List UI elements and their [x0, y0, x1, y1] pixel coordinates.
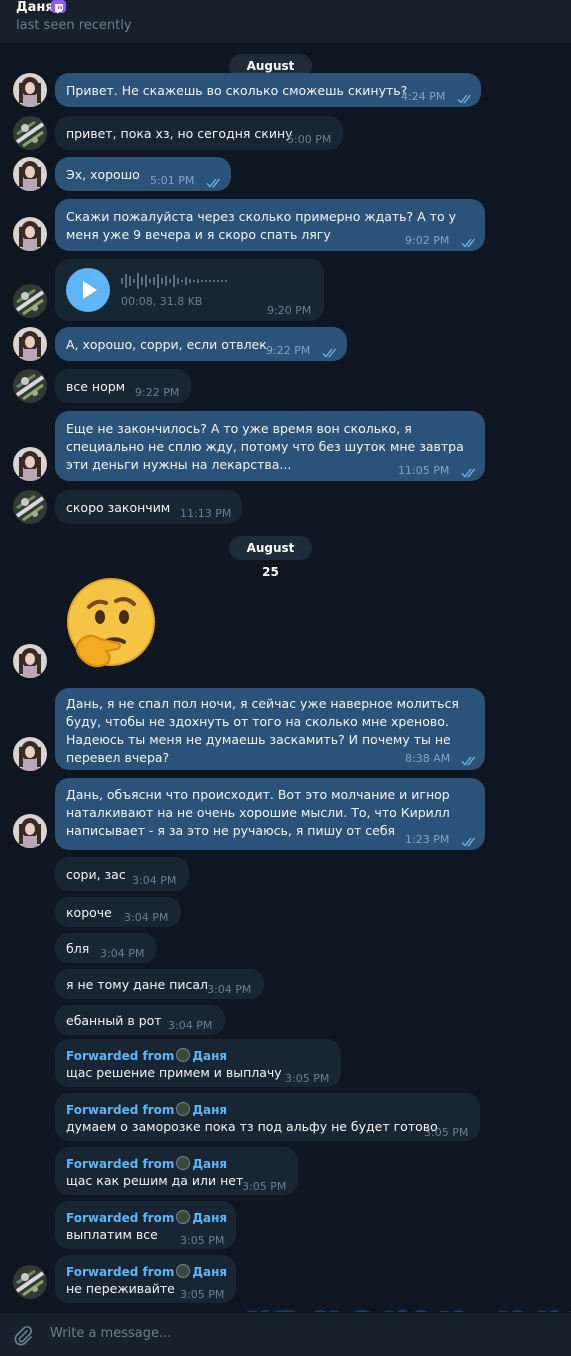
play-button[interactable] — [66, 268, 110, 312]
forward-header[interactable]: Forwarded from Даня — [66, 1101, 227, 1119]
read-checkmark-icon — [457, 91, 474, 104]
forward-avatar-icon — [176, 1102, 191, 1116]
message-incoming[interactable]: скоро закончим 11:13 PM — [55, 490, 242, 524]
message-time: 3:05 PM — [424, 1126, 469, 1139]
message-time: 9:22 PM — [135, 386, 180, 399]
message-time: 9:02 PM — [405, 234, 450, 247]
avatar-self — [13, 157, 47, 191]
avatar-self — [13, 327, 47, 361]
message-time: 1:23 PM — [405, 833, 450, 846]
forward-header[interactable]: Forwarded from Даня — [66, 1263, 227, 1281]
message-outgoing[interactable]: Эх, хорошо 5:01 PM — [55, 157, 231, 191]
forward-header[interactable]: Forwarded from Даня — [66, 1047, 227, 1065]
message-incoming[interactable]: короче 3:04 PM — [55, 897, 181, 927]
date-separator: August 25 — [229, 536, 312, 579]
message-time: 3:05 PM — [242, 1180, 287, 1193]
message-incoming[interactable]: ебанный в рот 3:04 PM — [55, 1005, 225, 1035]
message-time: 3:05 PM — [180, 1234, 225, 1247]
message-time: 3:04 PM — [124, 911, 169, 924]
message-time: 3:04 PM — [132, 874, 177, 887]
read-checkmark-icon — [461, 753, 478, 766]
message-time: 11:13 PM — [180, 507, 232, 520]
message-time: 9:20 PM — [267, 304, 312, 317]
avatar-contact[interactable] — [13, 1265, 47, 1299]
twitch-badge-icon — [51, 0, 66, 14]
forward-avatar-icon — [176, 1156, 191, 1170]
avatar-contact[interactable] — [13, 116, 47, 150]
message-outgoing[interactable]: Еще не закончилось? А то уже время вон с… — [55, 411, 485, 481]
forward-avatar-icon — [176, 1210, 191, 1224]
message-input[interactable]: Write a message... — [50, 1326, 171, 1341]
waveform[interactable] — [121, 271, 241, 291]
message-outgoing[interactable]: Дань, объясни что происходит. Вот это мо… — [55, 778, 485, 850]
forward-avatar-icon — [176, 1048, 191, 1062]
voice-duration-size: 00:08, 31.8 KB — [121, 295, 203, 308]
forward-header[interactable]: Forwarded from Даня — [66, 1155, 227, 1173]
message-time: 3:04 PM — [100, 947, 145, 960]
avatar-contact[interactable] — [13, 284, 47, 318]
forward-header[interactable]: Forwarded from Даня — [66, 1209, 227, 1227]
avatar-contact[interactable] — [13, 369, 47, 403]
message-incoming[interactable]: привет, пока хз, но сегодня скину 5:00 P… — [55, 116, 343, 150]
avatar-self — [13, 73, 47, 107]
read-checkmark-icon — [461, 834, 478, 847]
message-incoming[interactable]: я не тому дане писал 3:04 PM — [55, 969, 264, 999]
forwarded-message[interactable]: Forwarded from Даня думаем о заморозке по… — [55, 1093, 480, 1141]
message-time: 3:05 PM — [180, 1288, 225, 1301]
read-checkmark-icon — [461, 465, 478, 478]
message-time: 11:05 PM — [398, 464, 450, 477]
message-time: 3:04 PM — [168, 1019, 213, 1032]
forward-avatar-icon — [176, 1264, 191, 1278]
message-outgoing[interactable]: Дань, я не спал пол ночи, я сейчас уже н… — [55, 688, 485, 770]
message-text: Эх, хорошо — [66, 167, 140, 182]
message-time: 4:24 PM — [401, 90, 446, 103]
message-time: 5:00 PM — [287, 133, 332, 146]
message-time: 5:01 PM — [150, 174, 195, 187]
message-outgoing[interactable]: Скажи пожалуйста через сколько примерно … — [55, 199, 485, 251]
message-list[interactable]: August 24 Привет. Не скажешь во сколько … — [0, 44, 571, 1352]
forwarded-message[interactable]: Forwarded from Даня выплатим все 3:05 PM — [55, 1201, 236, 1249]
message-outgoing[interactable]: А, хорошо, сорри, если отвлек 9:22 PM — [55, 327, 347, 361]
message-time: 8:38 AM — [405, 752, 451, 765]
contact-name[interactable]: Даня — [16, 0, 54, 15]
message-incoming[interactable]: сори, зас 3:04 PM — [55, 857, 189, 891]
read-checkmark-icon — [461, 235, 478, 248]
message-composer[interactable]: Write a message... — [0, 1312, 571, 1356]
message-time: 3:04 PM — [207, 983, 252, 996]
message-time: 9:22 PM — [266, 344, 311, 357]
thinking-face-emoji[interactable] — [64, 577, 158, 675]
forwarded-message[interactable]: Forwarded from Даня щас решение примем и … — [55, 1039, 341, 1087]
message-text: думаем о заморозке пока тз под альфу не … — [66, 1119, 438, 1134]
avatar-self — [13, 737, 47, 771]
avatar-self — [13, 644, 47, 678]
chat-header[interactable]: Даня last seen recently — [0, 0, 571, 44]
message-incoming[interactable]: все норм 9:22 PM — [55, 369, 191, 403]
avatar-self — [13, 447, 47, 481]
message-incoming[interactable]: бля 3:04 PM — [55, 933, 157, 963]
contact-status: last seen recently — [16, 18, 132, 33]
avatar-self — [13, 814, 47, 848]
message-outgoing[interactable]: Привет. Не скажешь во сколько сможешь ск… — [55, 73, 481, 107]
read-checkmark-icon — [206, 175, 223, 188]
forwarded-message[interactable]: Forwarded from Даня не переживайте 3:05 P… — [55, 1255, 236, 1303]
forwarded-message[interactable]: Forwarded from Даня щас как решим да или … — [55, 1147, 298, 1195]
avatar-contact[interactable] — [13, 490, 47, 524]
attach-paperclip-icon[interactable] — [12, 1325, 34, 1347]
avatar-self — [13, 217, 47, 251]
voice-message[interactable]: 00:08, 31.8 KB 9:20 PM — [55, 259, 324, 321]
message-time: 3:05 PM — [285, 1072, 330, 1085]
read-checkmark-icon — [322, 345, 339, 358]
